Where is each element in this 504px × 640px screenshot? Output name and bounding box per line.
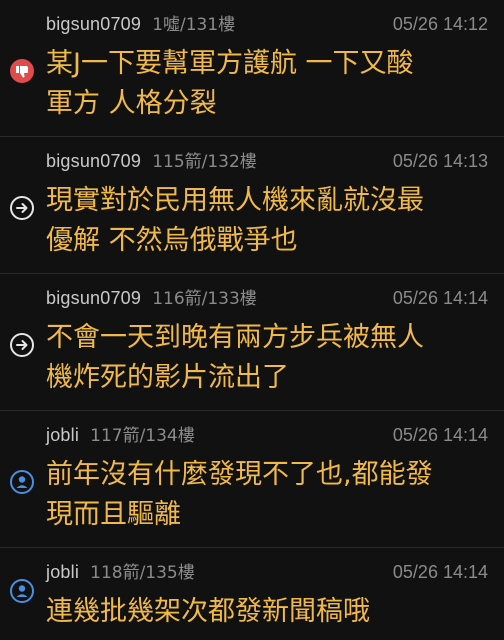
comment-author[interactable]: bigsun0709 — [46, 151, 141, 171]
comment-author[interactable]: jobli — [46, 425, 79, 445]
comment-time: 05/26 14:14 — [392, 562, 488, 582]
comment-author[interactable]: jobli — [46, 562, 79, 582]
comment-floor: 1噓/131樓 — [152, 15, 236, 35]
comment-text: 某J一下要幫軍方護航 一下又酸 軍方 人格分裂 — [46, 48, 414, 119]
comment-item[interactable]: jobli 117箭/134樓 05/26 14:14 前年沒有什麼發現不了也,… — [0, 411, 504, 548]
comment-floor: 118箭/135樓 — [90, 563, 195, 583]
comment-text: 現實對於民用無人機來亂就沒最 優解 不然烏俄戰爭也 — [46, 185, 424, 256]
comment-text: 不會一天到晚有兩方步兵被無人 機炸死的影片流出了 — [46, 322, 424, 393]
comment-time: 05/26 14:14 — [392, 288, 488, 308]
comment-meta: jobli 117箭/134樓 05/26 14:14 — [46, 423, 496, 447]
comment-meta: bigsun0709 1噓/131樓 05/26 14:12 — [46, 12, 496, 36]
comment-time: 05/26 14:12 — [392, 14, 488, 34]
comment-floor: 117箭/134樓 — [90, 426, 195, 446]
comment-item[interactable]: bigsun0709 116箭/133樓 05/26 14:14 不會一天到晚有… — [0, 274, 504, 411]
comment-text: 連幾批幾架次都發新聞稿哦 — [46, 596, 370, 627]
comment-text: 前年沒有什麼發現不了也,都能發 現而且驅離 — [46, 459, 433, 530]
arrow-right-circle-icon — [9, 195, 35, 221]
comment-list: bigsun0709 1噓/131樓 05/26 14:12 某J一下要幫軍方護… — [0, 0, 504, 640]
comment-item[interactable]: jobli 118箭/135樓 05/26 14:14 連幾批幾架次都發新聞稿哦 — [0, 548, 504, 640]
comment-author[interactable]: bigsun0709 — [46, 14, 141, 34]
comment-meta: bigsun0709 116箭/133樓 05/26 14:14 — [46, 286, 496, 310]
comment-meta: jobli 118箭/135樓 05/26 14:14 — [46, 560, 496, 584]
arrow-right-circle-icon — [9, 332, 35, 358]
comment-floor: 115箭/132樓 — [152, 152, 257, 172]
comment-meta: bigsun0709 115箭/132樓 05/26 14:13 — [46, 149, 496, 173]
comment-item[interactable]: bigsun0709 1噓/131樓 05/26 14:12 某J一下要幫軍方護… — [0, 0, 504, 137]
comment-time: 05/26 14:14 — [392, 425, 488, 445]
user-circle-icon — [9, 469, 35, 495]
user-circle-icon — [9, 578, 35, 604]
comment-floor: 116箭/133樓 — [152, 289, 257, 309]
comment-time: 05/26 14:13 — [392, 151, 488, 171]
comment-author[interactable]: bigsun0709 — [46, 288, 141, 308]
comment-item[interactable]: bigsun0709 115箭/132樓 05/26 14:13 現實對於民用無… — [0, 137, 504, 274]
thumbs-down-icon — [9, 58, 35, 84]
